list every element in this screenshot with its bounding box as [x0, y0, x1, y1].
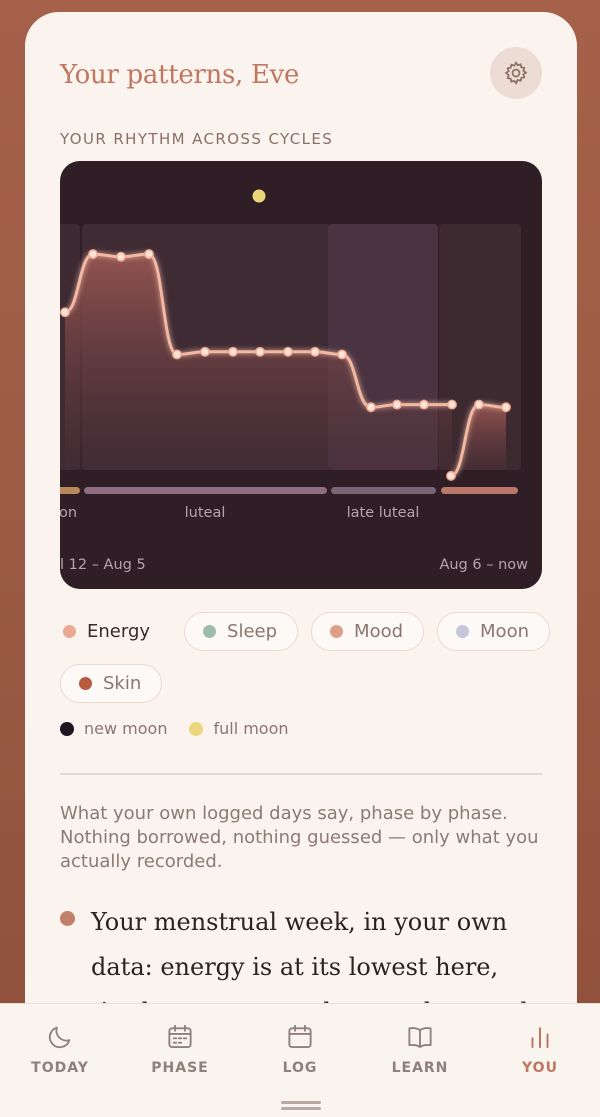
- gear-icon: [504, 61, 528, 85]
- tab-today[interactable]: TODAY: [0, 1022, 120, 1076]
- energy-point-1-9: [310, 346, 320, 357]
- full-moon-dot-icon: [189, 721, 204, 736]
- calendar-blank-icon: [288, 1024, 312, 1048]
- tab-label: YOU: [522, 1060, 558, 1076]
- rhythm-chart: on luteal late luteal l 12 – Aug 5 Aug 6 – …: [60, 161, 542, 589]
- moon-key-label: full moon: [213, 719, 289, 738]
- phase-bar-2: [331, 487, 436, 494]
- tab-you[interactable]: YOU: [480, 1022, 600, 1076]
- phase-label-0: on: [60, 505, 77, 521]
- moon-key-label: new moon: [84, 719, 168, 738]
- legend-moon[interactable]: Moon: [437, 612, 550, 651]
- home-indicator-line: [281, 1107, 321, 1110]
- new-moon-dot-icon: [60, 721, 74, 736]
- moon-dot-icon: [456, 625, 470, 638]
- book-icon: [408, 1027, 432, 1048]
- legend-label: Skin: [103, 673, 142, 694]
- section-label: YOUR RHYTHM ACROSS CYCLES: [60, 130, 334, 148]
- legend-label: Moon: [480, 621, 529, 642]
- legend-label: Mood: [354, 621, 404, 642]
- energy-point-1-7: [255, 346, 265, 357]
- full-moon-marker: [252, 189, 266, 203]
- phase-label-2: late luteal: [347, 505, 420, 521]
- tab-bar: TODAY PHASE LOG LEARN YOU: [0, 1003, 600, 1117]
- legend-skin[interactable]: Skin: [60, 664, 163, 703]
- energy-point-1-0: [60, 307, 70, 318]
- tab-learn[interactable]: LEARN: [360, 1022, 480, 1076]
- divider: [60, 773, 542, 775]
- range-label-start: l 12 – Aug 5: [60, 557, 146, 573]
- phase-bar-0: [60, 487, 80, 494]
- intro-text: What your own logged days say, phase by …: [60, 803, 539, 872]
- energy-dot-icon: [63, 625, 76, 638]
- tab-label: PHASE: [151, 1060, 209, 1076]
- energy-point-1-1: [88, 249, 98, 260]
- phase-label-1: luteal: [185, 505, 226, 521]
- phase-bar-3: [441, 487, 518, 494]
- skin-dot-icon: [79, 677, 92, 690]
- energy-point-1-12: [392, 399, 402, 410]
- legend: Energy Sleep Mood Moon Skin: [60, 612, 550, 703]
- energy-point-1-2: [116, 251, 126, 262]
- energy-point-2-2: [501, 402, 511, 413]
- range-label-end: Aug 6 – now: [439, 557, 528, 573]
- energy-point-1-4: [172, 349, 182, 360]
- bars-icon: [531, 1027, 549, 1048]
- energy-point-1-14: [447, 399, 457, 410]
- phase-bar-1: [84, 487, 327, 494]
- home-indicator: [281, 1101, 321, 1104]
- tab-label: LEARN: [391, 1060, 449, 1076]
- tab-phase[interactable]: PHASE: [120, 1022, 240, 1076]
- legend-sleep[interactable]: Sleep: [184, 612, 299, 651]
- legend-energy[interactable]: Energy: [60, 612, 171, 651]
- tab-label: LOG: [282, 1060, 318, 1076]
- energy-point-2-1: [474, 399, 484, 410]
- legend-label: Sleep: [227, 621, 278, 642]
- moon-key: new moon full moon: [60, 719, 289, 738]
- legend-label: Energy: [87, 621, 151, 642]
- tab-log[interactable]: LOG: [240, 1022, 360, 1076]
- energy-point-1-6: [228, 346, 238, 357]
- moon-icon: [48, 1026, 71, 1049]
- calendar-icon: [168, 1024, 192, 1048]
- moon-key-new: new moon: [60, 719, 167, 738]
- legend-mood[interactable]: Mood: [311, 612, 425, 651]
- sleep-dot-icon: [203, 625, 217, 638]
- energy-point-1-3: [144, 249, 154, 260]
- mood-dot-icon: [330, 625, 344, 638]
- tab-label: TODAY: [31, 1060, 89, 1076]
- energy-point-1-10: [337, 349, 347, 360]
- settings-button[interactable]: [490, 47, 542, 99]
- energy-point-2-0: [446, 470, 456, 481]
- patterns-card: Your patterns, Eve YOUR RHYTHM ACROSS CY…: [25, 12, 577, 1112]
- energy-point-1-8: [283, 346, 293, 357]
- energy-point-1-5: [200, 346, 210, 357]
- energy-point-1-11: [366, 402, 376, 413]
- page-title: Your patterns, Eve: [60, 60, 300, 90]
- bullet-icon: [60, 911, 75, 926]
- energy-point-1-13: [419, 399, 429, 410]
- moon-key-full: full moon: [189, 719, 289, 738]
